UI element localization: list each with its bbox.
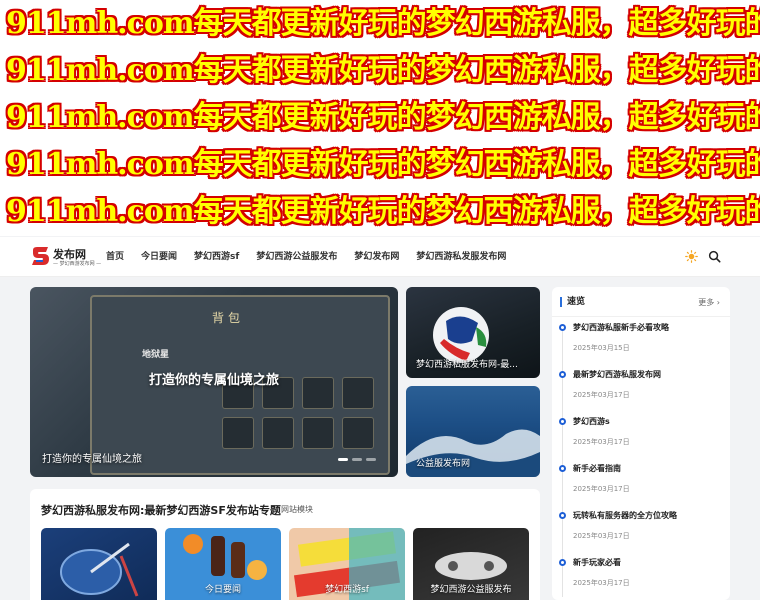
inventory-title: 背包 (212, 311, 245, 325)
inventory-slot (342, 417, 374, 449)
sidebar-article[interactable]: 梦幻西游私服新手必看攻略 2025年03月15日 (552, 321, 730, 368)
timeline-dot-icon (559, 512, 566, 519)
slider-dot[interactable] (338, 458, 348, 461)
article-date: 2025年03月17日 (573, 532, 630, 540)
article-date: 2025年03月17日 (573, 579, 630, 587)
sidebar-article[interactable]: 玩转私有服务器的全方位攻略 2025年03月17日 (552, 509, 730, 556)
soccer-ball-image (433, 307, 489, 363)
feature-card-caption: 梦幻西游私服发布网-最... (416, 360, 518, 370)
module-thumb[interactable]: 今日要闻 (165, 528, 281, 600)
article-date: 2025年03月17日 (573, 485, 630, 493)
article-title: 梦幻西游s (573, 417, 610, 426)
module-thumb[interactable]: 梦幻西游公益服发布 (413, 528, 529, 600)
hero-slider[interactable]: 背包 地狱星 打造你的专属仙境之旅 打造你的专属仙境之旅 (30, 287, 398, 477)
nav-item-public-server[interactable]: 梦幻西游公益服发布 (256, 237, 337, 277)
sidebar-overview: 速览 更多 › 梦幻西游私服新手必看攻略 2025年03月15日 最新梦幻西游私… (552, 287, 730, 600)
article-title: 新手必看指南 (573, 464, 621, 473)
promo-banner[interactable]: 911mh.com每天都更新好玩的梦幻西游私服，超多好玩的版本已上线！有玩梦幻西… (0, 0, 760, 47)
article-date: 2025年03月17日 (573, 391, 630, 399)
module-tag[interactable]: 网站模块 (281, 504, 313, 515)
slider-dots (338, 458, 376, 461)
inventory-slot (222, 417, 254, 449)
feature-card[interactable]: 梦幻西游私服发布网-最... (406, 287, 540, 378)
module-thumb-label: 今日要闻 (204, 585, 241, 595)
sidebar-article[interactable]: 梦幻西游s 2025年03月17日 (552, 415, 730, 462)
module-thumb[interactable] (41, 528, 157, 600)
satellite-dish-image (60, 542, 139, 597)
site-logo[interactable]: 发布网 — 梦幻西游发布网 — (30, 245, 101, 271)
sidebar-header: 速览 更多 › (552, 287, 730, 317)
sidebar-article[interactable]: 新手必看指南 2025年03月17日 (552, 462, 730, 509)
nav-item-home[interactable]: 首页 (106, 237, 124, 277)
timeline-dot-icon (559, 418, 566, 425)
article-title: 最新梦幻西游私服发布网 (573, 370, 661, 379)
module-title[interactable]: 梦幻西游私服发布网:最新梦幻西游SF发布站专题 (41, 502, 281, 518)
promo-banner[interactable]: 911mh.com每天都更新好玩的梦幻西游私服，超多好玩的版本已上线！有玩梦幻西… (0, 141, 760, 188)
sidebar-article[interactable]: 最新梦幻西游私服发布网 2025年03月17日 (552, 368, 730, 415)
article-title: 梦幻西游私服新手必看攻略 (573, 323, 669, 332)
more-label: 更多 (698, 298, 715, 307)
hero-headline: 打造你的专属仙境之旅 (148, 373, 279, 388)
feature-card-caption: 公益服发布网 (416, 459, 471, 469)
timeline-dot-icon (559, 371, 566, 378)
theme-toggle-sun-icon[interactable] (685, 250, 698, 263)
inventory-slot (302, 417, 334, 449)
article-date: 2025年03月17日 (573, 438, 630, 446)
slider-dot[interactable] (366, 458, 376, 461)
nav-item-release[interactable]: 梦幻发布网 (354, 237, 399, 277)
nav-item-private-release[interactable]: 梦幻西游私发服发布网 (416, 237, 506, 277)
promo-banner[interactable]: 911mh.com每天都更新好玩的梦幻西游私服，超多好玩的版本已上线！有玩梦幻西… (0, 47, 760, 94)
feature-card[interactable]: 公益服发布网 (406, 386, 540, 477)
article-title: 玩转私有服务器的全方位攻略 (573, 511, 677, 520)
inventory-label: 地狱星 (142, 350, 170, 360)
timeline-dot-icon (559, 559, 566, 566)
hero-caption[interactable]: 打造你的专属仙境之旅 (42, 450, 142, 465)
topic-module: 梦幻西游私服发布网:最新梦幻西游SF发布站专题 网站模块 今日要闻 梦幻西游sf (30, 489, 540, 600)
timeline-dot-icon (559, 324, 566, 331)
module-thumb-label: 梦幻西游公益服发布 (430, 585, 512, 595)
module-thumb[interactable]: 梦幻西游sf (289, 528, 405, 600)
top-navigation: 发布网 — 梦幻西游发布网 — 首页 今日要闻 梦幻西游sf 梦幻西游公益服发布… (0, 237, 760, 277)
promo-banner[interactable]: 911mh.com每天都更新好玩的梦幻西游私服，超多好玩的版本已上线！有玩梦幻西… (0, 94, 760, 141)
chevron-right-icon: › (716, 298, 720, 307)
inventory-slot (262, 417, 294, 449)
promo-banner-area: 911mh.com每天都更新好玩的梦幻西游私服，超多好玩的版本已上线！有玩梦幻西… (0, 0, 760, 236)
logo-mark-icon (32, 247, 49, 265)
nav-item-sf[interactable]: 梦幻西游sf (194, 237, 239, 277)
timeline-dot-icon (559, 465, 566, 472)
article-date: 2025年03月15日 (573, 344, 630, 352)
nav-menu: 首页 今日要闻 梦幻西游sf 梦幻西游公益服发布 梦幻发布网 梦幻西游私发服发布… (106, 237, 523, 277)
nav-item-news[interactable]: 今日要闻 (141, 237, 177, 277)
module-thumb-label: 梦幻西游sf (325, 585, 369, 595)
promo-banner[interactable]: 911mh.com每天都更新好玩的梦幻西游私服，超多好玩的版本已上线！有玩梦幻西… (0, 188, 760, 235)
sidebar-title: 速览 (560, 297, 585, 307)
article-title: 新手玩家必看 (573, 558, 621, 567)
search-icon[interactable] (708, 250, 721, 263)
sidebar-article[interactable]: 新手玩家必看 2025年03月17日 (552, 556, 730, 600)
logo-subtitle: — 梦幻西游发布网 — (53, 261, 102, 267)
sidebar-more-link[interactable]: 更多 › (698, 297, 720, 308)
slider-dot[interactable] (352, 458, 362, 461)
